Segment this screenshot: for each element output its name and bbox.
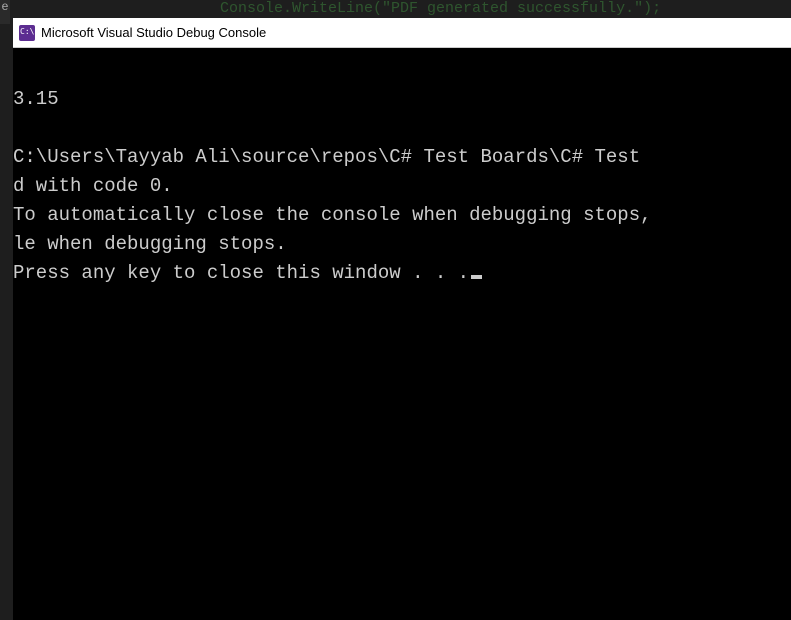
console-app-icon bbox=[19, 25, 35, 41]
console-line: Press any key to close this window . . . bbox=[13, 262, 482, 284]
console-line: 3.15 bbox=[13, 88, 59, 110]
left-pillar-char: e bbox=[0, 0, 10, 24]
debug-console-window: Microsoft Visual Studio Debug Console 3.… bbox=[13, 18, 791, 620]
window-title-bar[interactable]: Microsoft Visual Studio Debug Console bbox=[13, 18, 791, 48]
console-line: To automatically close the console when … bbox=[13, 204, 652, 226]
bg-code-fragment: Console.WriteLine("PDF generated success… bbox=[220, 0, 661, 17]
console-line: d with code 0. bbox=[13, 175, 173, 197]
console-output[interactable]: 3.15 C:\Users\Tayyab Ali\source\repos\C#… bbox=[13, 48, 791, 620]
window-title-text: Microsoft Visual Studio Debug Console bbox=[41, 25, 266, 40]
console-line: le when debugging stops. bbox=[13, 233, 287, 255]
cursor-icon bbox=[471, 275, 482, 279]
console-line: C:\Users\Tayyab Ali\source\repos\C# Test… bbox=[13, 146, 640, 168]
